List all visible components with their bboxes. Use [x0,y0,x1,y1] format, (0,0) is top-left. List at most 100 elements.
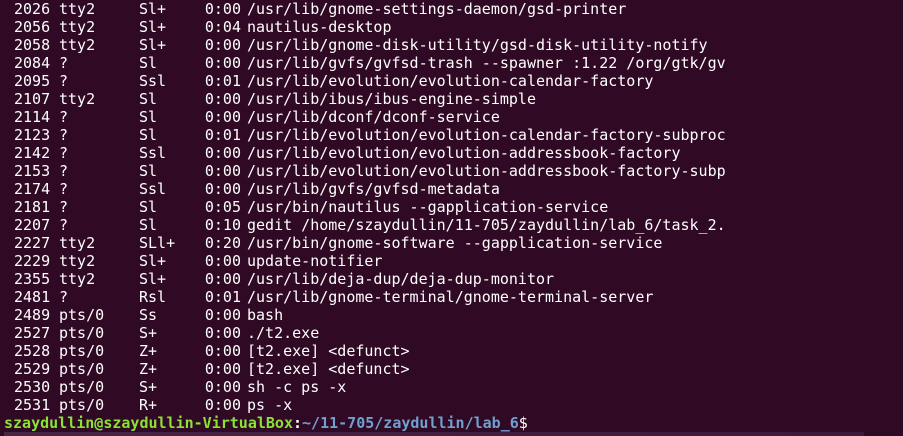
process-stat: Rsl [139,288,167,306]
process-stat: Z+ [139,342,158,360]
process-command: [t2.exe] <defunct> [247,360,410,378]
process-command: /usr/lib/gvfs/gvfsd-trash --spawner :1.2… [247,54,726,72]
process-time: 0:00 [204,252,241,270]
process-tty: ? [59,126,69,144]
process-row: 2123? Sl 0:01/usr/lib/evolution/evolution-… [14,126,903,144]
next-line-fragment [4,432,864,436]
process-tty: ? [59,54,69,72]
process-time: 0:00 [204,90,241,108]
process-pid: 2153 [14,162,51,180]
prompt-user-host: szaydullin@szaydullin-VirtualBox [4,414,293,432]
process-row: 2084? Sl 0:00/usr/lib/gvfs/gvfsd-trash --s… [14,54,903,72]
prompt-separator: : [292,414,303,432]
process-row: 2529 pts/0 Z+ 0:00 [t2.exe] <defunct> [14,360,903,378]
process-stat: Sl [139,126,158,144]
process-time: 0:01 [204,288,241,306]
process-tty: ? [59,180,69,198]
process-time: 0:00 [204,0,241,18]
process-row: 2114? Sl 0:00/usr/lib/dconf/dconf-service [14,108,903,126]
terminal-window[interactable]: 2026 tty2 Sl+ 0:00/usr/lib/gnome-settings-d… [0,0,903,436]
process-pid: 2174 [14,180,51,198]
process-time: 0:00 [204,180,241,198]
process-command: update-notifier [247,252,383,270]
process-row: 2528 pts/0 Z+ 0:00 [t2.exe] <defunct> [14,342,903,360]
process-pid: 2123 [14,126,51,144]
process-time: 0:00 [204,54,241,72]
prompt-path: ~/11-705/zaydullin/lab_6 [302,414,519,432]
process-pid: 2481 [14,288,51,306]
process-pid: 2142 [14,144,51,162]
process-command: /usr/bin/nautilus --gapplication-service [247,198,609,216]
process-command: /usr/lib/deja-dup/deja-dup-monitor [247,270,555,288]
process-pid: 2058 [14,36,51,54]
process-tty: pts/0 [59,378,105,396]
process-stat: Sl+ [139,18,167,36]
process-stat: S+ [139,324,158,342]
process-pid: 2084 [14,54,51,72]
process-pid: 2107 [14,90,51,108]
process-stat: Sl [139,198,158,216]
process-time: 0:00 [204,144,241,162]
process-tty: pts/0 [59,324,105,342]
process-stat: Ssl [139,180,167,198]
process-row: 2181? Sl 0:05/usr/bin/nautilus --gapplicat… [14,198,903,216]
process-tty: pts/0 [59,342,105,360]
process-tty: pts/0 [59,306,105,324]
process-command: bash [247,306,284,324]
process-command: sh -c ps -x [247,378,347,396]
process-time: 0:20 [204,234,241,252]
process-stat: Sl [139,90,158,108]
process-row: 2026 tty2 Sl+ 0:00/usr/lib/gnome-settings-d… [14,0,903,18]
process-time: 0:01 [204,72,241,90]
process-stat: Ss [139,306,158,324]
process-command: /usr/lib/gnome-settings-daemon/gsd-print… [247,0,627,18]
process-row: 2227 tty2 SLl+ 0:20/usr/bin/gnome-software … [14,234,903,252]
process-tty: tty2 [59,234,96,252]
process-pid: 2056 [14,18,51,36]
process-pid: 2489 [14,306,51,324]
process-tty: ? [59,72,69,90]
process-row: 2229 tty2 Sl+ 0:00 update-notifier [14,252,903,270]
process-tty: tty2 [59,252,96,270]
process-command: /usr/lib/gnome-terminal/gnome-terminal-s… [247,288,654,306]
process-time: 0:10 [204,216,241,234]
process-command: ps -x [247,396,293,414]
process-tty: pts/0 [59,360,105,378]
process-row: 2142? Ssl 0:00/usr/lib/evolution/evolution… [14,144,903,162]
shell-prompt[interactable]: szaydullin@szaydullin-VirtualBox:~/11-70… [4,414,528,432]
process-command: /usr/lib/gnome-disk-utility/gsd-disk-uti… [247,36,708,54]
process-tty: tty2 [59,270,96,288]
process-stat: SLl+ [139,234,176,252]
process-command: /usr/bin/gnome-software --gapplication-s… [247,234,663,252]
process-time: 0:00 [204,396,241,414]
process-time: 0:01 [204,126,241,144]
process-stat: R+ [139,396,158,414]
process-time: 0:05 [204,198,241,216]
process-pid: 2095 [14,72,51,90]
process-stat: Sl+ [139,252,167,270]
process-pid: 2530 [14,378,51,396]
process-command: nautilus-desktop [247,18,392,36]
process-row: 2207? Sl 0:10 gedit /home/szaydullin/11-705… [14,216,903,234]
process-command: [t2.exe] <defunct> [247,342,410,360]
process-time: 0:00 [204,108,241,126]
process-tty: tty2 [59,0,96,18]
process-tty: ? [59,144,69,162]
process-tty: ? [59,162,69,180]
process-row: 2527 pts/0 S+ 0:00 ./t2.exe [14,324,903,342]
process-pid: 2529 [14,360,51,378]
process-time: 0:00 [204,360,241,378]
process-tty: tty2 [59,18,96,36]
process-pid: 2527 [14,324,51,342]
process-pid: 2355 [14,270,51,288]
process-stat: S+ [139,378,158,396]
process-stat: Sl+ [139,36,167,54]
process-command: /usr/lib/evolution/evolution-addressbook… [247,162,726,180]
process-row: 2056 tty2 Sl+ 0:04 nautilus-desktop [14,18,903,36]
process-tty: ? [59,288,69,306]
process-row: 2355 tty2 Sl+ 0:00/usr/lib/deja-dup/deja-du… [14,270,903,288]
process-command: /usr/lib/dconf/dconf-service [247,108,500,126]
process-list: 2026 tty2 Sl+ 0:00/usr/lib/gnome-settings-d… [14,0,903,414]
process-row: 2095? Ssl 0:01/usr/lib/evolution/evolution… [14,72,903,90]
process-stat: Sl+ [139,270,167,288]
